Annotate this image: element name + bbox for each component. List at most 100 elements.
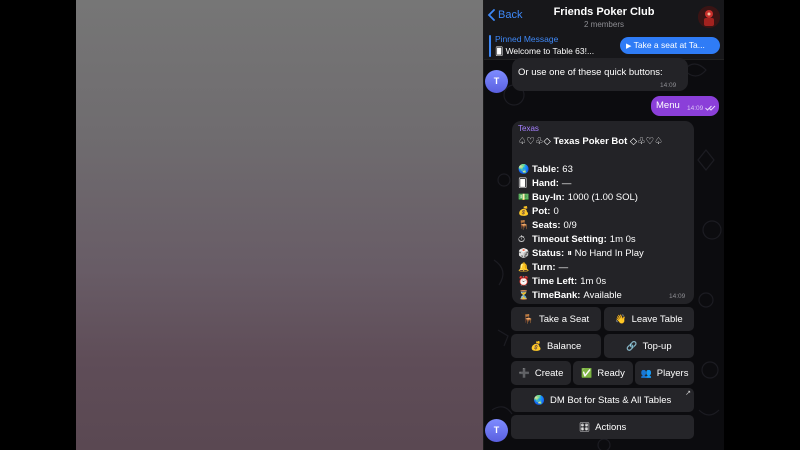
bot-heading: ♤♡♧◇ Texas Poker Bot ◇♧♡♤ bbox=[518, 136, 663, 147]
button-label: Create bbox=[534, 367, 564, 379]
back-label: Back bbox=[498, 9, 523, 21]
info-icon: 🎲 bbox=[518, 247, 530, 258]
info-label: Time Left: bbox=[532, 275, 578, 287]
blurred-background-pane bbox=[76, 0, 483, 450]
info-line: 🎲 Status: ⏸ No Hand In Play bbox=[518, 246, 644, 260]
message-time: 14:09 bbox=[660, 82, 677, 89]
pinned-text-label: Welcome to Table 63!... bbox=[505, 46, 595, 56]
chat-title: Friends Poker Club bbox=[553, 6, 655, 18]
pinned-indicator bbox=[489, 35, 491, 57]
wave-icon: 👋 bbox=[615, 313, 627, 324]
info-line: 🔔 Turn: — bbox=[518, 260, 644, 274]
button-label: Balance bbox=[546, 340, 582, 352]
info-label: Turn: bbox=[532, 261, 556, 273]
take-seat-pinned-button[interactable]: ▶ Take a seat at Ta... bbox=[620, 37, 720, 54]
info-value: 1m 0s bbox=[609, 233, 636, 245]
info-value: — bbox=[558, 261, 569, 273]
info-line: ⏳ TimeBank: Available bbox=[518, 288, 644, 302]
group-avatar-icon[interactable] bbox=[698, 6, 720, 28]
info-label: Table: bbox=[532, 163, 560, 175]
pinned-button-label: Take a seat at Ta... bbox=[633, 40, 705, 50]
pinned-text: 🂠 Welcome to Table 63!... bbox=[495, 46, 594, 56]
check-icon: ✅ bbox=[581, 367, 593, 378]
info-value: Available bbox=[583, 289, 622, 301]
info-icon: 🪑 bbox=[518, 219, 530, 230]
read-receipt-icon bbox=[705, 105, 716, 111]
info-value: — bbox=[561, 177, 572, 189]
info-line: 🌏 Table: 63 bbox=[518, 162, 644, 176]
sender-name: Texas bbox=[518, 124, 539, 133]
info-icon: 🌏 bbox=[518, 163, 530, 174]
button-label: DM Bot for Stats & All Tables bbox=[549, 394, 672, 406]
dm-bot-button[interactable]: 🌏 DM Bot for Stats & All Tables ↗ bbox=[511, 388, 694, 412]
info-line: ⏱ Timeout Setting: 1m 0s bbox=[518, 232, 644, 246]
info-icon: ⏱ bbox=[518, 233, 526, 244]
bot-avatar-icon[interactable]: T bbox=[485, 419, 508, 442]
message-bubble-incoming: Or use one of these quick buttons: 14:09 bbox=[512, 58, 688, 91]
topup-button[interactable]: 🔗 Top-up bbox=[604, 334, 694, 358]
info-label: Seats: bbox=[532, 219, 561, 231]
chair-icon: 🪑 bbox=[522, 313, 535, 324]
info-icon: ⏰ bbox=[518, 275, 530, 286]
button-label: Leave Table bbox=[631, 313, 683, 325]
chevron-left-icon bbox=[487, 9, 495, 21]
pinned-message-bar[interactable]: Pinned Message 🂠 Welcome to Table 63!...… bbox=[484, 32, 724, 60]
link-icon: 🔗 bbox=[626, 340, 638, 351]
actions-button[interactable]: 🎛 Actions bbox=[511, 415, 694, 439]
screen-frame-left bbox=[0, 0, 76, 450]
info-label: Status: bbox=[532, 247, 565, 259]
create-button[interactable]: ➕ Create bbox=[511, 361, 571, 385]
card-icon: 🂠 bbox=[495, 47, 504, 56]
info-value: 63 bbox=[562, 163, 573, 175]
chat-title-block[interactable]: Friends Poker Club 2 members bbox=[524, 6, 684, 29]
leave-table-button[interactable]: 👋 Leave Table bbox=[604, 307, 694, 331]
info-value: 0/9 bbox=[563, 219, 577, 231]
info-label: TimeBank: bbox=[532, 289, 581, 301]
bot-status-message: Texas ♤♡♧◇ Texas Poker Bot ◇♧♡♤ 🌏 Table: 6… bbox=[512, 121, 694, 304]
info-value: 0 bbox=[553, 205, 559, 217]
chat-subtitle: 2 members bbox=[583, 20, 624, 29]
balance-button[interactable]: 💰 Balance bbox=[511, 334, 601, 358]
players-icon: 👥 bbox=[640, 367, 652, 378]
button-label: Take a Seat bbox=[539, 313, 590, 325]
pinned-title: Pinned Message bbox=[495, 34, 559, 44]
info-icon: 💰 bbox=[518, 205, 530, 216]
button-label: Actions bbox=[595, 421, 627, 433]
message-time: 14:09 bbox=[669, 293, 686, 300]
globe-icon: 🌏 bbox=[533, 394, 545, 405]
info-label: Hand: bbox=[532, 177, 559, 189]
plus-icon: ➕ bbox=[518, 367, 530, 378]
players-button[interactable]: 👥 Players bbox=[635, 361, 694, 385]
info-value: ⏸ No Hand In Play bbox=[567, 247, 644, 259]
message-bubble-outgoing: Menu 14:09 bbox=[651, 96, 719, 116]
info-icon: ⏳ bbox=[518, 289, 530, 300]
info-icon: 🔔 bbox=[518, 261, 530, 272]
info-label: Buy-In: bbox=[532, 191, 565, 203]
chat-header: Back Friends Poker Club 2 members bbox=[484, 0, 724, 32]
external-link-icon: ↗ bbox=[685, 390, 691, 397]
info-line: 💰 Pot: 0 bbox=[518, 204, 644, 218]
info-label: Pot: bbox=[532, 205, 551, 217]
info-icon: 💵 bbox=[518, 191, 530, 202]
message-text: Menu bbox=[656, 100, 680, 111]
chat-window: Back Friends Poker Club 2 members Pinned… bbox=[484, 0, 724, 450]
message-time: 14:09 bbox=[687, 105, 704, 112]
bot-avatar-icon[interactable]: T bbox=[485, 70, 508, 93]
info-line: 🪑 Seats: 0/9 bbox=[518, 218, 644, 232]
info-line: 🂠 Hand: — bbox=[518, 176, 644, 190]
info-line: ⏰ Time Left: 1m 0s bbox=[518, 274, 644, 288]
info-label: Timeout Setting: bbox=[532, 233, 607, 245]
info-icon: 🂠 bbox=[518, 177, 528, 188]
message-text: Or use one of these quick buttons: bbox=[518, 67, 663, 78]
ready-button[interactable]: ✅ Ready bbox=[573, 361, 633, 385]
play-icon: ▶ bbox=[626, 43, 632, 50]
button-label: Players bbox=[656, 367, 689, 379]
button-label: Top-up bbox=[642, 340, 672, 352]
info-value: 1000 (1.00 SOL) bbox=[567, 191, 638, 203]
table-info-list: 🌏 Table: 63 🂠 Hand: — 💵 Buy-In: 1000 (1.00 SOL) 💰… bbox=[518, 162, 644, 302]
info-value: 1m 0s bbox=[580, 275, 607, 287]
back-button[interactable]: Back bbox=[487, 9, 522, 21]
screen-frame-right bbox=[724, 0, 800, 450]
money-bag-icon: 💰 bbox=[530, 340, 542, 351]
take-seat-button[interactable]: 🪑 Take a Seat bbox=[511, 307, 601, 331]
